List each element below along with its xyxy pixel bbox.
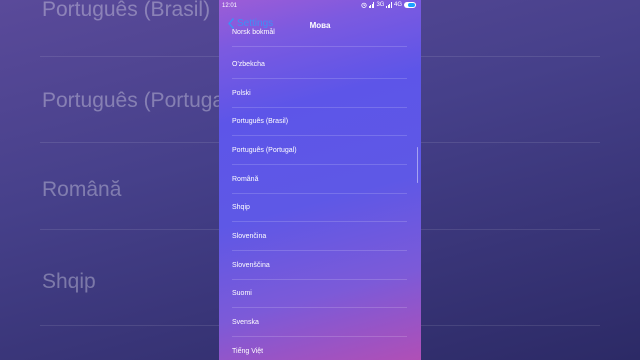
phone-screen: 12:01 3G 4G Settings Мова Norsk bokmål O… xyxy=(219,0,421,360)
battery-icon xyxy=(404,2,416,8)
scrollbar[interactable] xyxy=(416,147,418,183)
language-label: Polski xyxy=(232,90,251,97)
background-text: Português (Brasil) xyxy=(42,0,211,21)
language-item-ozbekcha[interactable]: O'zbekcha xyxy=(232,51,407,79)
language-label: Română xyxy=(232,176,259,183)
language-label: Suomi xyxy=(232,290,252,297)
signal-icon xyxy=(368,2,375,8)
language-label: Tiếng Việt xyxy=(232,348,264,355)
language-label: Svenska xyxy=(232,319,259,326)
language-label: Norsk bokmål xyxy=(232,29,275,36)
language-item-polski[interactable]: Polski xyxy=(232,80,407,108)
language-label: Slovenščina xyxy=(232,262,270,269)
language-item-tieng-viet[interactable]: Tiếng Việt xyxy=(232,337,407,360)
language-item-portugues-brasil[interactable]: Português (Brasil) xyxy=(232,108,407,136)
language-label: O'zbekcha xyxy=(232,61,265,68)
alarm-icon xyxy=(361,2,367,8)
language-item-slovenscina[interactable]: Slovenščina xyxy=(232,252,407,280)
background-text: Română xyxy=(42,178,122,201)
status-time: 12:01 xyxy=(222,3,238,9)
language-item-shqip[interactable]: Shqip xyxy=(232,194,407,222)
language-item-norsk-bokmal[interactable]: Norsk bokmål xyxy=(232,19,407,47)
signal-icon xyxy=(386,2,392,8)
status-icons: 3G 4G xyxy=(361,2,416,8)
language-item-slovencina[interactable]: Slovenčina xyxy=(232,223,407,251)
language-item-svenska[interactable]: Svenska xyxy=(232,309,407,337)
language-item-portugues-portugal[interactable]: Português (Portugal) xyxy=(232,137,407,165)
language-label: Shqip xyxy=(232,204,250,211)
language-item-suomi[interactable]: Suomi xyxy=(232,280,407,308)
background-text: Português (Portugal) xyxy=(42,89,236,112)
language-item-romana[interactable]: Română xyxy=(232,166,407,194)
background-text: Shqip xyxy=(42,270,96,293)
language-label: Português (Brasil) xyxy=(232,118,289,125)
network-4g-label: 4G xyxy=(393,2,402,8)
language-label: Slovenčina xyxy=(232,233,267,240)
network-3g-label: 3G xyxy=(376,2,385,8)
status-bar: 12:01 3G 4G xyxy=(219,0,421,12)
language-label: Português (Portugal) xyxy=(232,147,297,154)
